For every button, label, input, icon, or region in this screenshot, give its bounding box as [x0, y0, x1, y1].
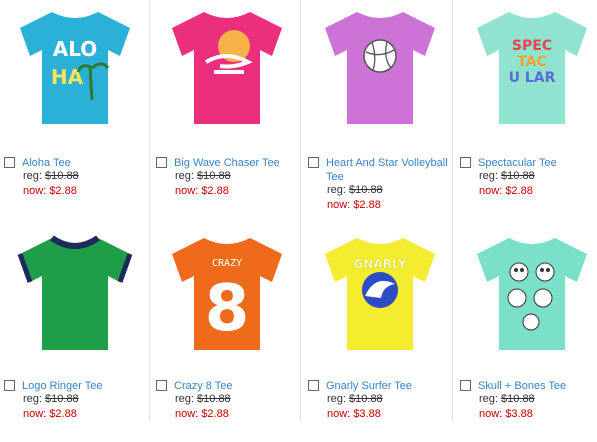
sale-price-value: $3.88 — [505, 408, 533, 420]
regular-price: reg: $10.88 — [175, 393, 231, 405]
sale-price-value: $2.88 — [201, 185, 229, 197]
compare-checkbox[interactable] — [308, 157, 319, 168]
product-image[interactable] — [317, 6, 443, 124]
product-grid: ALO HA SPEC TAC U LAR CRAZY 8 GNARLY Alo… — [0, 0, 597, 421]
product-image[interactable]: ALO HA — [12, 6, 138, 124]
compare-checkbox[interactable] — [156, 157, 167, 168]
product-name-link[interactable]: Crazy 8 Tee — [174, 379, 300, 393]
product-name-link[interactable]: Skull + Bones Tee — [478, 379, 597, 393]
compare-checkbox[interactable] — [4, 380, 15, 391]
sale-price-value: $2.88 — [49, 185, 77, 197]
sale-price-value: $2.88 — [353, 199, 381, 211]
regular-price-value: $10.88 — [197, 170, 231, 182]
compare-checkbox[interactable] — [156, 380, 167, 391]
product-image[interactable]: CRAZY 8 — [164, 232, 290, 350]
sale-price: now: $2.88 — [23, 408, 77, 420]
product-image[interactable] — [12, 232, 138, 350]
regular-price-value: $10.88 — [349, 393, 383, 405]
product-name-link[interactable]: Big Wave Chaser Tee — [174, 156, 300, 170]
svg-text:ALO: ALO — [53, 37, 98, 61]
sale-price: now: $2.88 — [175, 185, 229, 197]
regular-price: reg: $10.88 — [23, 393, 79, 405]
sale-price: now: $2.88 — [23, 185, 77, 197]
sale-price-value: $2.88 — [505, 185, 533, 197]
svg-text:CRAZY: CRAZY — [212, 258, 242, 269]
product-image[interactable] — [164, 6, 290, 124]
regular-price: reg: $10.88 — [327, 393, 383, 405]
product-image[interactable] — [469, 232, 595, 350]
compare-checkbox[interactable] — [308, 380, 319, 391]
sale-price-value: $3.88 — [353, 408, 381, 420]
svg-text:GNARLY: GNARLY — [354, 257, 407, 271]
sale-price-value: $2.88 — [49, 408, 77, 420]
product-name-link[interactable]: Heart And Star Volleyball Tee — [326, 156, 452, 184]
svg-text:U LAR: U LAR — [509, 70, 556, 86]
regular-price: reg: $10.88 — [327, 184, 383, 196]
sale-price: now: $3.88 — [327, 408, 381, 420]
regular-price: reg: $10.88 — [479, 170, 535, 182]
sale-price-value: $2.88 — [201, 408, 229, 420]
regular-price-value: $10.88 — [501, 170, 535, 182]
compare-checkbox[interactable] — [460, 157, 471, 168]
svg-text:TAC: TAC — [517, 54, 547, 70]
svg-text:SPEC: SPEC — [512, 38, 552, 54]
product-name-link[interactable]: Aloha Tee — [22, 156, 148, 170]
regular-price: reg: $10.88 — [175, 170, 231, 182]
sale-price: now: $2.88 — [327, 199, 381, 211]
regular-price-value: $10.88 — [501, 393, 535, 405]
product-image[interactable]: SPEC TAC U LAR — [469, 6, 595, 124]
compare-checkbox[interactable] — [4, 157, 15, 168]
svg-text:8: 8 — [205, 272, 250, 346]
regular-price-value: $10.88 — [197, 393, 231, 405]
product-name-link[interactable]: Logo Ringer Tee — [22, 379, 148, 393]
product-name-link[interactable]: Spectacular Tee — [478, 156, 597, 170]
compare-checkbox[interactable] — [460, 380, 471, 391]
regular-price-value: $10.88 — [45, 170, 79, 182]
product-image[interactable]: GNARLY — [317, 232, 443, 350]
regular-price: reg: $10.88 — [479, 393, 535, 405]
regular-price: reg: $10.88 — [23, 170, 79, 182]
regular-price-value: $10.88 — [45, 393, 79, 405]
sale-price: now: $2.88 — [479, 185, 533, 197]
regular-price-value: $10.88 — [349, 184, 383, 196]
product-name-link[interactable]: Gnarly Surfer Tee — [326, 379, 452, 393]
sale-price: now: $2.88 — [175, 408, 229, 420]
sale-price: now: $3.88 — [479, 408, 533, 420]
